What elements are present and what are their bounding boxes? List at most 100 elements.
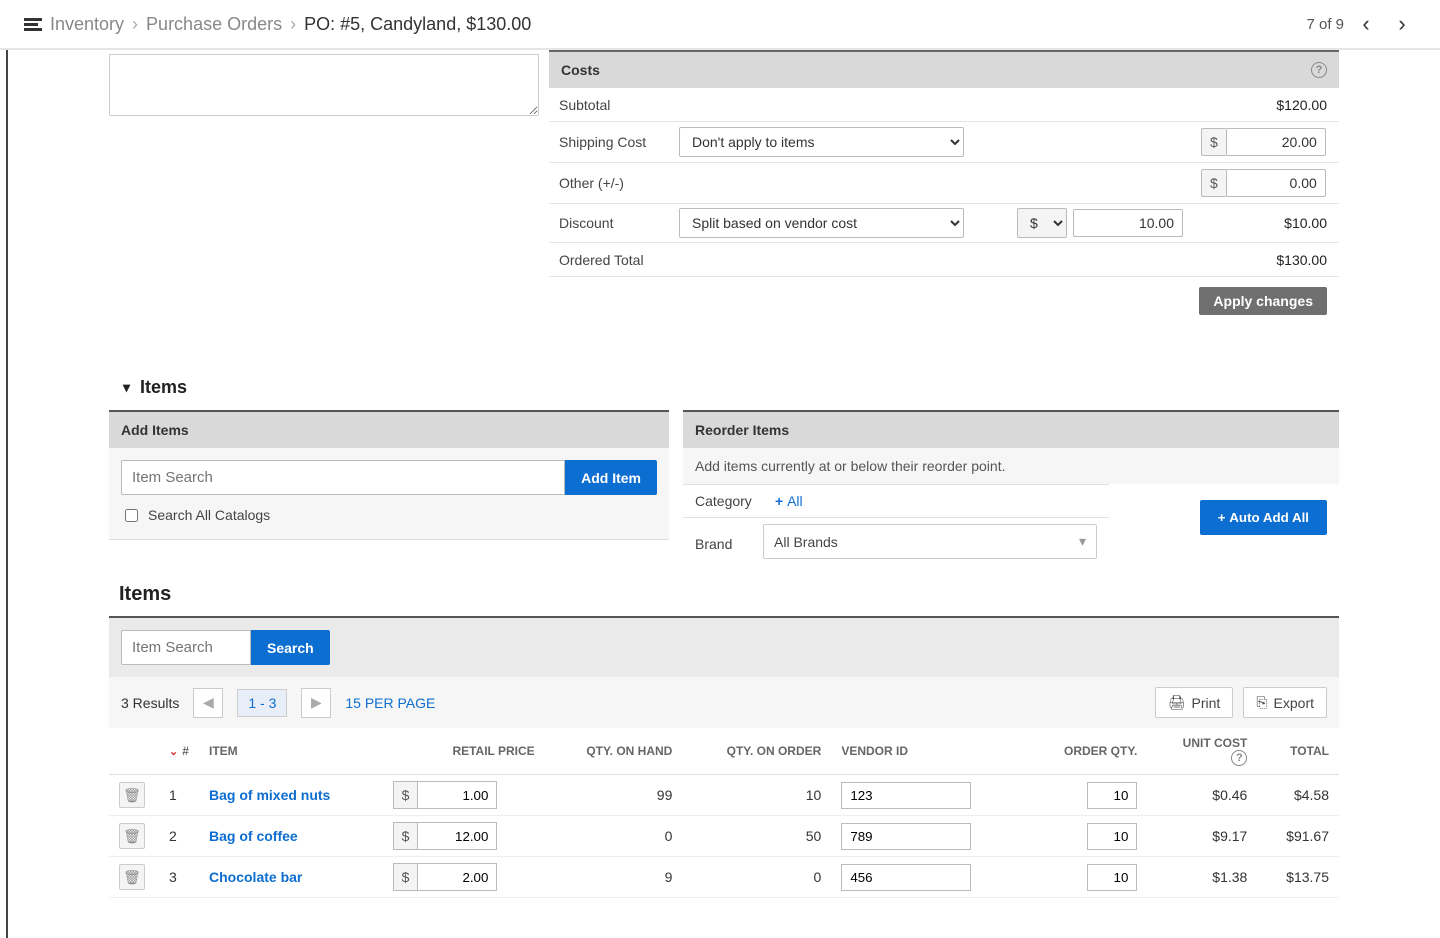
qty-on-hand: 0 (545, 816, 683, 857)
chevron-down-icon[interactable]: ▾ (123, 379, 130, 396)
col-orderqty[interactable]: ORDER QTY. (1026, 728, 1147, 775)
discount-apply-select[interactable]: Split based on vendor cost (679, 208, 964, 238)
qty-on-hand: 99 (545, 775, 683, 816)
chevron-right-icon: › (132, 14, 138, 35)
print-button[interactable]: 🖨Print (1155, 687, 1234, 718)
prev-page-button[interactable]: ◀ (193, 688, 223, 718)
qty-on-order: 50 (682, 816, 831, 857)
unit-cost: $1.38 (1147, 857, 1257, 898)
record-counter: 7 of 9 (1306, 16, 1344, 33)
currency-symbol: $ (1201, 169, 1226, 197)
row-number: 1 (159, 775, 199, 816)
export-button[interactable]: ⎘Export (1243, 687, 1327, 718)
col-total[interactable]: TOTAL (1257, 728, 1339, 775)
search-all-catalogs-checkbox[interactable] (125, 509, 138, 522)
print-icon: 🖨 (1168, 694, 1186, 711)
unit-cost: $0.46 (1147, 775, 1257, 816)
ordered-total-value: $130.00 (1189, 246, 1339, 274)
subtotal-value: $120.00 (1189, 91, 1339, 119)
currency-symbol: $ (1201, 128, 1226, 156)
row-number: 3 (159, 857, 199, 898)
col-unitcost[interactable]: UNIT COST? (1147, 728, 1257, 775)
breadcrumb-inventory[interactable]: Inventory (50, 14, 124, 35)
unit-cost: $9.17 (1147, 816, 1257, 857)
apply-changes-button[interactable]: Apply changes (1199, 287, 1327, 315)
category-all-link[interactable]: + All (775, 493, 803, 509)
order-qty-input[interactable] (1087, 864, 1137, 891)
chevron-right-icon: › (290, 14, 296, 35)
item-link[interactable]: Chocolate bar (209, 869, 302, 885)
ordered-total-label: Ordered Total (549, 246, 673, 274)
prev-record-button[interactable]: ‹ (1352, 10, 1380, 38)
chevron-down-icon: ▾ (1079, 533, 1086, 550)
items-section-title: Items (140, 377, 187, 398)
vendor-id-input[interactable] (841, 782, 971, 809)
other-amount-input[interactable] (1226, 169, 1326, 197)
breadcrumb: Inventory › Purchase Orders › PO: #5, Ca… (24, 14, 531, 35)
results-count: 3 Results (121, 695, 179, 711)
help-icon[interactable]: ? (1231, 750, 1247, 766)
col-onhand[interactable]: QTY. ON HAND (545, 728, 683, 775)
shipping-apply-select[interactable]: Don't apply to items (679, 127, 964, 157)
discount-type-select[interactable]: $ (1017, 208, 1067, 238)
reorder-help-text: Add items currently at or below their re… (683, 448, 1339, 484)
category-label: Category (683, 485, 763, 517)
subtotal-label: Subtotal (549, 91, 673, 119)
page-range: 1 - 3 (237, 689, 287, 717)
order-qty-input[interactable] (1087, 823, 1137, 850)
discount-label: Discount (549, 209, 673, 237)
col-onorder[interactable]: QTY. ON ORDER (682, 728, 831, 775)
export-icon: ⎘ (1256, 694, 1267, 711)
items-search-button[interactable]: Search (251, 630, 330, 665)
qty-on-order: 0 (682, 857, 831, 898)
retail-price-input[interactable] (417, 863, 497, 891)
table-row: 🗑1Bag of mixed nuts$9910$0.46$4.58 (109, 775, 1339, 816)
col-vendor[interactable]: VENDOR ID (831, 728, 1026, 775)
row-total: $13.75 (1257, 857, 1339, 898)
item-link[interactable]: Bag of mixed nuts (209, 787, 330, 803)
col-retail[interactable]: RETAIL PRICE (383, 728, 545, 775)
delete-row-button[interactable]: 🗑 (119, 782, 145, 808)
add-item-search-input[interactable] (121, 460, 565, 495)
qty-on-order: 10 (682, 775, 831, 816)
add-items-header: Add Items (109, 412, 669, 448)
shipping-label: Shipping Cost (549, 128, 673, 156)
qty-on-hand: 9 (545, 857, 683, 898)
row-number: 2 (159, 816, 199, 857)
help-icon[interactable]: ? (1311, 62, 1327, 78)
per-page-link[interactable]: 15 PER PAGE (345, 695, 435, 711)
next-record-button[interactable]: › (1388, 10, 1416, 38)
sort-icon[interactable]: ⌄ (169, 746, 178, 758)
brand-select[interactable]: All Brands ▾ (763, 524, 1097, 559)
order-qty-input[interactable] (1087, 782, 1137, 809)
add-item-button[interactable]: Add Item (565, 460, 657, 495)
row-total: $4.58 (1257, 775, 1339, 816)
col-item[interactable]: ITEM (199, 728, 383, 775)
retail-price-input[interactable] (417, 822, 497, 850)
other-label: Other (+/-) (549, 169, 673, 197)
delete-row-button[interactable]: 🗑 (119, 864, 145, 890)
auto-add-all-button[interactable]: + Auto Add All (1200, 500, 1327, 535)
discount-total: $10.00 (1189, 209, 1339, 237)
shipping-amount-input[interactable] (1226, 128, 1326, 156)
retail-price-input[interactable] (417, 781, 497, 809)
next-page-button[interactable]: ▶ (301, 688, 331, 718)
menu-icon[interactable] (24, 16, 42, 33)
breadcrumb-purchase-orders[interactable]: Purchase Orders (146, 14, 282, 35)
discount-amount-input[interactable] (1073, 209, 1183, 237)
breadcrumb-current: PO: #5, Candyland, $130.00 (304, 14, 531, 35)
vendor-id-input[interactable] (841, 823, 971, 850)
delete-row-button[interactable]: 🗑 (119, 823, 145, 849)
search-all-catalogs-label: Search All Catalogs (148, 507, 270, 523)
table-row: 🗑3Chocolate bar$90$1.38$13.75 (109, 857, 1339, 898)
row-total: $91.67 (1257, 816, 1339, 857)
notes-textarea[interactable] (109, 54, 539, 116)
costs-title: Costs (561, 62, 600, 78)
items-search-input[interactable] (121, 630, 251, 665)
brand-label: Brand (683, 528, 763, 560)
vendor-id-input[interactable] (841, 864, 971, 891)
table-row: 🗑2Bag of coffee$050$9.17$91.67 (109, 816, 1339, 857)
reorder-items-header: Reorder Items (683, 412, 1339, 448)
item-link[interactable]: Bag of coffee (209, 828, 298, 844)
items-list-title: Items (109, 569, 1339, 616)
